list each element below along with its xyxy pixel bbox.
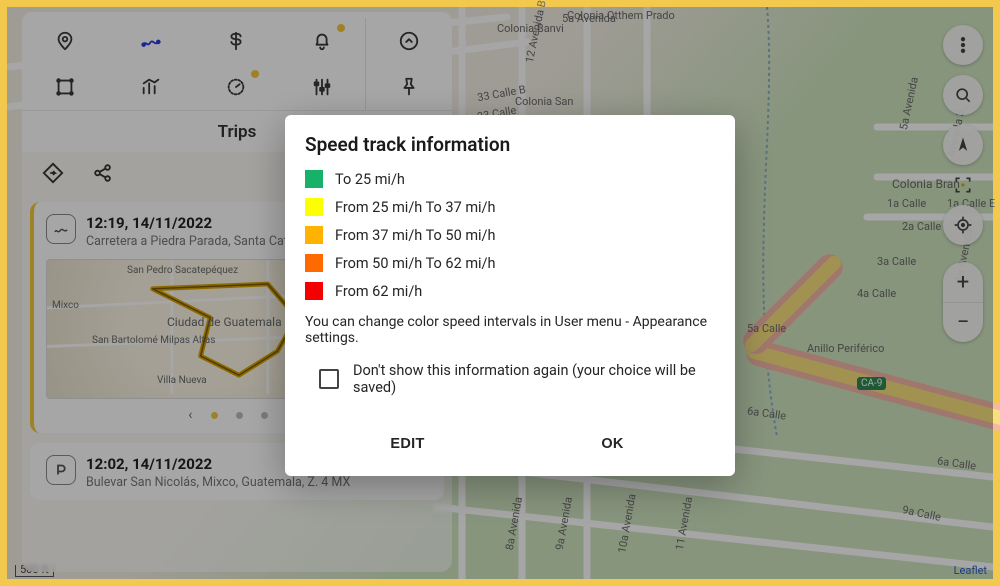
legend-row: From 62 mi/h <box>305 282 715 300</box>
speed-swatch <box>305 226 323 244</box>
speed-track-modal: Speed track information To 25 mi/h From … <box>285 115 735 476</box>
dont-show-label: Don't show this information again (your … <box>353 362 715 396</box>
legend-row: From 25 mi/h To 37 mi/h <box>305 198 715 216</box>
speed-swatch <box>305 170 323 188</box>
legend-label: From 62 mi/h <box>335 283 422 300</box>
legend-label: From 50 mi/h To 62 mi/h <box>335 255 496 272</box>
legend-label: From 37 mi/h To 50 mi/h <box>335 227 496 244</box>
speed-swatch <box>305 282 323 300</box>
modal-hint: You can change color speed intervals in … <box>305 314 715 346</box>
legend-row: From 50 mi/h To 62 mi/h <box>305 254 715 272</box>
ok-button[interactable]: OK <box>510 424 715 464</box>
legend-row: From 37 mi/h To 50 mi/h <box>305 226 715 244</box>
edit-button[interactable]: EDIT <box>305 424 510 464</box>
legend-label: To 25 mi/h <box>335 171 405 188</box>
speed-swatch <box>305 198 323 216</box>
modal-title: Speed track information <box>305 133 715 156</box>
legend-label: From 25 mi/h To 37 mi/h <box>335 199 496 216</box>
speed-swatch <box>305 254 323 272</box>
legend-row: To 25 mi/h <box>305 170 715 188</box>
dont-show-checkbox[interactable] <box>319 369 339 389</box>
